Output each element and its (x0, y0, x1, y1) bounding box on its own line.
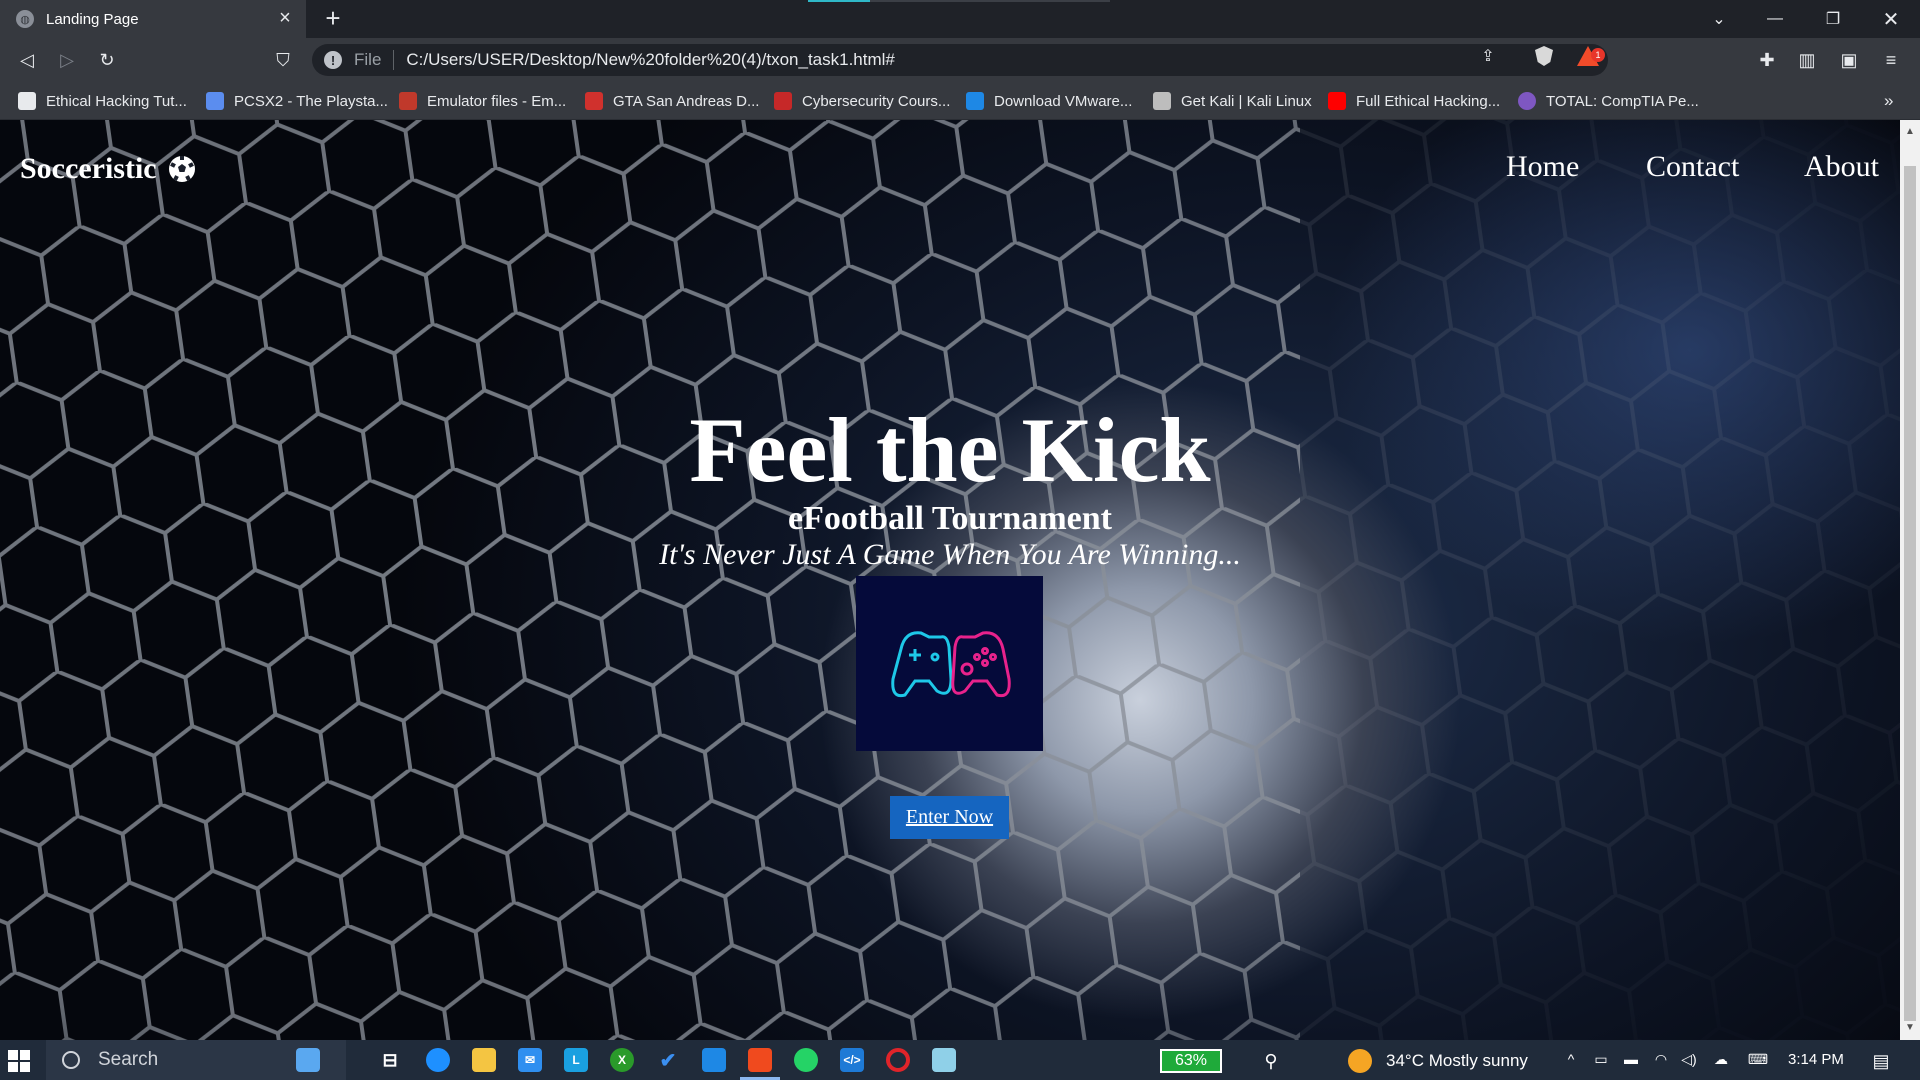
brave-taskbar-icon[interactable] (748, 1048, 772, 1072)
show-hidden-icons-icon[interactable]: ^ (1562, 1051, 1580, 1069)
extensions-icon[interactable]: ✚ (1752, 45, 1782, 75)
sidebar-icon[interactable]: ▥ (1792, 45, 1822, 75)
opera-icon[interactable] (886, 1048, 910, 1072)
meet-now-icon[interactable]: ▭ (1592, 1051, 1610, 1069)
volume-icon[interactable]: ◁) (1680, 1051, 1698, 1069)
bookmark-item[interactable]: Emulator files - Em... (399, 91, 566, 111)
bookmark-item[interactable]: Full Ethical Hacking... (1328, 91, 1500, 111)
bookmark-item[interactable]: Get Kali | Kali Linux (1153, 91, 1312, 111)
brand-name: Socceristic (20, 152, 157, 185)
search-placeholder: Search (98, 1049, 159, 1070)
globe-icon: ◍ (16, 10, 34, 28)
whatsapp-icon[interactable] (794, 1048, 818, 1072)
brand-logo[interactable]: Socceristic (20, 152, 197, 186)
bookmark-favicon-icon (585, 92, 603, 110)
mail-icon[interactable]: ✉ (518, 1048, 542, 1072)
bookmarks-bar: Ethical Hacking Tut... PCSX2 - The Plays… (0, 82, 1920, 120)
address-divider (393, 50, 395, 70)
notepad-icon[interactable] (932, 1048, 956, 1072)
share-icon[interactable]: ⇪ (1476, 44, 1500, 68)
l-app-icon[interactable]: L (564, 1048, 588, 1072)
scroll-down-icon[interactable]: ▼ (1904, 1022, 1916, 1034)
menu-icon[interactable]: ≡ (1876, 45, 1906, 75)
rewards-badge: 1 (1591, 48, 1605, 62)
bookmark-item[interactable]: Download VMware... (966, 91, 1132, 111)
clock-time[interactable]: 3:14 PM (1788, 1051, 1844, 1068)
todo-icon[interactable]: ✔ (656, 1048, 680, 1072)
store-icon[interactable] (702, 1048, 726, 1072)
scheme-label: File (354, 50, 382, 69)
edge-icon[interactable] (426, 1048, 450, 1072)
enter-now-button[interactable]: Enter Now (890, 796, 1009, 839)
onedrive-icon[interactable]: ☁ (1712, 1051, 1730, 1069)
bookmark-favicon-icon (206, 92, 224, 110)
tab-strip-divider (870, 0, 1110, 2)
keyboard-icon[interactable]: ⌨ (1744, 1051, 1772, 1069)
battery-tray-icon[interactable]: ▬ (1622, 1051, 1640, 1069)
page-scrollbar[interactable]: ▲ ▼ (1900, 120, 1920, 1040)
wifi-icon[interactable]: ◠ (1652, 1051, 1670, 1069)
back-button[interactable]: ◁ (12, 45, 42, 75)
scroll-thumb[interactable] (1904, 166, 1916, 1021)
bookmark-favicon-icon (1328, 92, 1346, 110)
bookmark-item[interactable]: PCSX2 - The Playsta... (206, 91, 388, 111)
page-viewport: Socceristic Home Contact About Feel the … (0, 120, 1920, 1040)
url-text[interactable]: C:/Users/USER/Desktop/New%20folder%20(4)… (406, 50, 1608, 70)
more-bookmarks-icon[interactable]: » (1884, 91, 1893, 111)
tab-title: Landing Page (46, 10, 139, 28)
close-tab-icon[interactable]: × (276, 8, 294, 28)
bookmark-favicon-icon (18, 92, 36, 110)
reload-button[interactable]: ↻ (92, 45, 122, 75)
vscode-icon[interactable]: </> (840, 1048, 864, 1072)
bookmark-item[interactable]: Ethical Hacking Tut... (18, 91, 187, 111)
bookmark-favicon-icon (399, 92, 417, 110)
forward-button[interactable]: ▷ (52, 45, 82, 75)
bookmark-item[interactable]: GTA San Andreas D... (585, 91, 759, 111)
file-explorer-icon[interactable] (472, 1048, 496, 1072)
bookmark-favicon-icon (966, 92, 984, 110)
hero-title: Feel the Kick (689, 399, 1211, 501)
tab-strip: ◍ Landing Page × + ⌄ — ❐ ✕ (0, 0, 1920, 38)
restore-button[interactable]: ❐ (1810, 0, 1856, 38)
weather-sun-icon (1348, 1049, 1372, 1073)
bookmark-favicon-icon (1518, 92, 1536, 110)
windows-taskbar: Search ⊟ ✉ L X ✔ </> 63% ⚲ 34°C Mostly s… (0, 1040, 1920, 1080)
tab-search-chevron-icon[interactable]: ⌄ (1696, 0, 1742, 38)
xbox-icon[interactable]: X (610, 1048, 634, 1072)
tab-search-indicator (808, 0, 870, 2)
nav-about[interactable]: About (1804, 150, 1879, 184)
hero-subtitle: eFootball Tournament (788, 500, 1112, 537)
address-bar[interactable]: ! File C:/Users/USER/Desktop/New%20folde… (312, 44, 1608, 76)
bookmark-favicon-icon (774, 92, 792, 110)
windows-start-icon[interactable] (8, 1050, 30, 1072)
brave-shields-icon[interactable] (1532, 44, 1556, 68)
search-icon (62, 1051, 80, 1069)
notifications-icon[interactable]: ▤ (1872, 1051, 1890, 1071)
gamepad-image (856, 576, 1043, 751)
nav-home[interactable]: Home (1506, 150, 1579, 184)
people-icon[interactable]: ⚲ (1262, 1051, 1280, 1071)
bookmark-item[interactable]: Cybersecurity Cours... (774, 91, 950, 111)
hero-tagline: It's Never Just A Game When You Are Winn… (659, 538, 1241, 571)
site-info-icon[interactable]: ! (324, 51, 342, 69)
bookmark-item[interactable]: TOTAL: CompTIA Pe... (1518, 91, 1699, 111)
bookmark-favicon-icon (1153, 92, 1171, 110)
wallet-icon[interactable]: ▣ (1834, 45, 1864, 75)
task-view-icon[interactable]: ⊟ (378, 1048, 402, 1072)
battery-indicator[interactable]: 63% (1160, 1049, 1222, 1073)
weather-text[interactable]: 34°C Mostly sunny (1386, 1051, 1528, 1071)
close-window-button[interactable]: ✕ (1868, 0, 1914, 38)
soccer-ball-icon (168, 156, 195, 182)
gamepad-icon (890, 630, 1011, 697)
browser-toolbar: ◁ ▷ ↻ ⛉ ! File C:/Users/USER/Desktop/New… (0, 38, 1920, 82)
bookmark-icon[interactable]: ⛉ (268, 45, 298, 75)
tab-landing-page[interactable]: ◍ Landing Page × (0, 0, 306, 38)
nav-contact[interactable]: Contact (1646, 150, 1739, 184)
new-tab-button[interactable]: + (318, 4, 348, 34)
minimize-button[interactable]: — (1752, 0, 1798, 38)
search-highlight-icon (296, 1048, 320, 1072)
scroll-up-icon[interactable]: ▲ (1904, 126, 1916, 138)
